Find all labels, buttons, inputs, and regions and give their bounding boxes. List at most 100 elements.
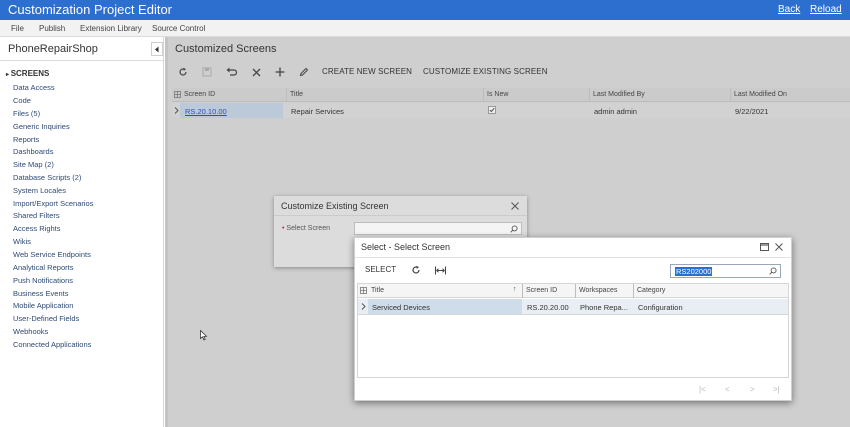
chevron-right-icon[interactable] (174, 107, 179, 114)
dialog-divider (355, 257, 791, 258)
column-last-modified-by[interactable]: Last Modified By (593, 91, 645, 98)
sidebar-item-dashboards[interactable]: Dashboards (13, 147, 53, 156)
fit-to-screen-button[interactable] (433, 263, 447, 277)
menu-publish[interactable]: Publish (39, 24, 65, 33)
sidebar-item-connected-applications[interactable]: Connected Applications (13, 340, 91, 349)
column-screen-id[interactable]: Screen ID (184, 91, 215, 98)
column-title[interactable]: Title (290, 91, 303, 98)
menu-bar: File Publish Extension Library Source Co… (0, 20, 850, 37)
title-cell: Repair Services (291, 107, 344, 116)
sidebar-item-code[interactable]: Code (13, 96, 31, 105)
previous-page-icon[interactable]: < (725, 385, 730, 394)
sidebar-item-database-scripts[interactable]: Database Scripts (2) (13, 173, 81, 182)
reload-link[interactable]: Reload (810, 4, 842, 15)
workspaces-cell: Phone Repa... (580, 303, 628, 312)
sort-ascending-icon: ↑ (513, 286, 517, 293)
undo-icon (226, 67, 237, 76)
column-screen-id[interactable]: Screen ID (526, 287, 557, 294)
column-settings-icon[interactable] (174, 91, 181, 98)
column-separator (483, 88, 484, 102)
sidebar-item-system-locales[interactable]: System Locales (13, 186, 66, 195)
refresh-button[interactable] (176, 65, 190, 79)
modified-on-cell: 9/22/2021 (735, 107, 769, 116)
edit-button[interactable] (297, 65, 311, 79)
column-workspaces[interactable]: Workspaces (579, 287, 617, 294)
create-new-screen-button[interactable]: CREATE NEW SCREEN (322, 67, 412, 76)
table-row[interactable]: Serviced Devices RS.20.20.00 Phone Repa.… (358, 299, 788, 315)
close-dialog-button[interactable] (510, 201, 520, 211)
refresh-icon (412, 265, 420, 274)
sidebar-item-business-events[interactable]: Business Events (13, 289, 68, 298)
column-separator (286, 88, 287, 102)
first-page-icon[interactable]: |< (699, 385, 706, 394)
table-row[interactable]: RS.20.10.00 Repair Services admin admin … (172, 103, 850, 118)
maximize-button[interactable] (759, 242, 769, 252)
mouse-cursor-icon (200, 330, 208, 341)
app-title: Customization Project Editor (8, 2, 173, 17)
page-title: Customized Screens (175, 43, 277, 55)
customize-existing-screen-button[interactable]: CUSTOMIZE EXISTING SCREEN (423, 67, 548, 76)
app-header: Customization Project Editor Back Reload (0, 0, 850, 20)
refresh-button[interactable] (409, 263, 423, 277)
chevron-right-icon[interactable] (361, 303, 366, 310)
search-input[interactable]: RS202000 (670, 264, 781, 278)
sidebar-item-access-rights[interactable]: Access Rights (13, 224, 61, 233)
checkbox-checked-icon[interactable] (488, 106, 496, 114)
column-category[interactable]: Category (637, 287, 665, 294)
modified-by-cell: admin admin (594, 107, 637, 116)
column-separator (730, 88, 731, 102)
undo-button[interactable] (224, 65, 238, 79)
next-page-icon[interactable]: > (750, 385, 755, 394)
search-icon[interactable] (769, 267, 777, 275)
column-separator (589, 88, 590, 102)
sidebar-item-data-access[interactable]: Data Access (13, 83, 55, 92)
save-icon (202, 67, 212, 77)
column-is-new[interactable]: Is New (487, 91, 508, 98)
sidebar-item-generic-inquiries[interactable]: Generic Inquiries (13, 122, 70, 131)
menu-source-control[interactable]: Source Control (152, 24, 205, 33)
sidebar-item-web-service-endpoints[interactable]: Web Service Endpoints (13, 250, 91, 259)
last-page-icon[interactable]: >| (773, 385, 780, 394)
sidebar: PhoneRepairShop ▸ SCREENS Data Access Co… (0, 37, 164, 427)
maximize-icon (759, 243, 769, 251)
dialog-title: Select - Select Screen (361, 242, 451, 252)
sidebar-item-screens[interactable]: ▸ SCREENS (6, 69, 49, 78)
back-link[interactable]: Back (778, 4, 800, 15)
menu-extension-library[interactable]: Extension Library (80, 24, 142, 33)
sidebar-item-user-defined-fields[interactable]: User-Defined Fields (13, 314, 79, 323)
project-name: PhoneRepairShop (8, 43, 98, 55)
required-marker-icon: • (282, 225, 285, 232)
grid-header: Screen ID Title Is New Last Modified By … (172, 88, 850, 102)
sidebar-item-mobile-application[interactable]: Mobile Application (13, 301, 73, 310)
sidebar-item-reports[interactable]: Reports (13, 135, 39, 144)
select-screen-field[interactable] (354, 222, 522, 235)
sidebar-section-label: SCREENS (10, 69, 50, 78)
search-icon[interactable] (510, 225, 518, 233)
select-screen-grid: Title ↑ Screen ID Workspaces Category Se… (357, 283, 789, 378)
column-settings-icon[interactable] (360, 287, 367, 294)
sidebar-item-shared-filters[interactable]: Shared Filters (13, 211, 60, 220)
sidebar-item-files[interactable]: Files (5) (13, 109, 40, 118)
close-icon (511, 202, 519, 210)
sidebar-item-import-export-scenarios[interactable]: Import/Export Scenarios (13, 199, 93, 208)
title-cell: Serviced Devices (372, 303, 430, 312)
delete-button[interactable] (249, 65, 263, 79)
sidebar-item-site-map[interactable]: Site Map (2) (13, 160, 54, 169)
column-last-modified-on[interactable]: Last Modified On (734, 91, 787, 98)
add-button[interactable] (273, 65, 287, 79)
sidebar-item-analytical-reports[interactable]: Analytical Reports (13, 263, 73, 272)
chevron-left-icon (155, 46, 159, 52)
screen-id-link[interactable]: RS.20.10.00 (185, 107, 227, 116)
sidebar-item-webhooks[interactable]: Webhooks (13, 327, 48, 336)
close-dialog-button[interactable] (774, 242, 784, 252)
sidebar-item-push-notifications[interactable]: Push Notifications (13, 276, 73, 285)
collapse-sidebar-button[interactable] (151, 42, 163, 56)
column-separator (575, 284, 576, 298)
column-title[interactable]: Title (371, 287, 384, 294)
menu-file[interactable]: File (11, 24, 24, 33)
sidebar-item-wikis[interactable]: Wikis (13, 237, 31, 246)
select-button[interactable]: SELECT (365, 265, 396, 274)
save-button[interactable] (200, 65, 214, 79)
refresh-icon (179, 67, 187, 76)
dialog-title: Customize Existing Screen (281, 201, 389, 211)
